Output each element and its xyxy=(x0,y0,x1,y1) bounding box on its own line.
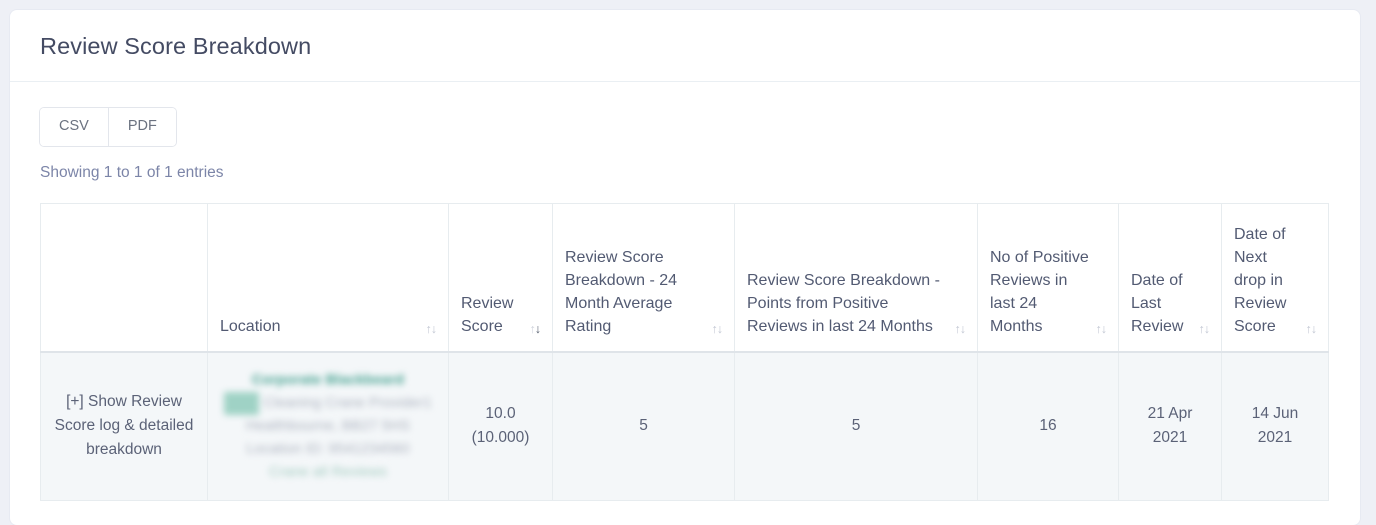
column-header-review-score[interactable]: Review Score ↑↓ xyxy=(448,203,553,353)
csv-export-button[interactable]: CSV xyxy=(40,108,109,147)
table-row: [+] Show Review Score log & detailed bre… xyxy=(40,351,1329,501)
sort-icon[interactable]: ↑↓ xyxy=(426,323,438,339)
sort-icon[interactable]: ↑↓ xyxy=(1096,323,1108,339)
pdf-export-button[interactable]: PDF xyxy=(108,108,176,147)
location-line-3: Healthbourne, BB27 5HS xyxy=(246,417,410,434)
column-header-avg-rating-24m-label: Review Score Breakdown - 24 Month Averag… xyxy=(565,248,678,335)
cell-expand-toggle[interactable]: [+] Show Review Score log & detailed bre… xyxy=(40,351,208,501)
column-header-date-last-review[interactable]: Date of Last Review ↑↓ xyxy=(1118,203,1222,353)
cell-date-last-review: 21 Apr 2021 xyxy=(1118,351,1222,501)
location-line-4: Location ID: 9541234560 xyxy=(246,440,410,457)
cell-avg-rating-24m: 5 xyxy=(552,351,735,501)
review-score-breakdown-card: Review Score Breakdown CSV PDF Showing 1… xyxy=(10,10,1360,525)
redacted-location-block: Corporate Blackbeard Ltd Cleaning Crane P… xyxy=(220,367,436,486)
column-header-points-positive-24m[interactable]: Review Score Breakdown - Points from Pos… xyxy=(734,203,978,353)
sort-icon[interactable]: ↑↓ xyxy=(955,323,967,339)
column-header-positive-reviews-24m[interactable]: No of Positive Reviews in last 24 Months… xyxy=(977,203,1119,353)
table-header-row: Location ↑↓ Review Score ↑↓ Review Score… xyxy=(40,203,1329,353)
column-header-avg-rating-24m[interactable]: Review Score Breakdown - 24 Month Averag… xyxy=(552,203,735,353)
card-header: Review Score Breakdown xyxy=(10,10,1360,83)
sort-icon[interactable]: ↑↓ xyxy=(530,323,542,339)
column-header-location[interactable]: Location ↑↓ xyxy=(207,203,449,353)
column-header-points-positive-24m-label: Review Score Breakdown - Points from Pos… xyxy=(747,271,940,335)
sort-icon[interactable]: ↑↓ xyxy=(1306,323,1318,339)
table-body: [+] Show Review Score log & detailed bre… xyxy=(40,351,1329,501)
export-button-group: CSV PDF xyxy=(40,108,176,147)
cell-date-next-drop: 14 Jun 2021 xyxy=(1221,351,1329,501)
location-line-2-text: Cleaning Crane Provider1 xyxy=(263,394,432,411)
location-reviews-link[interactable]: Crane all Reviews xyxy=(220,461,436,484)
column-header-location-label: Location xyxy=(220,317,281,335)
sort-icon[interactable]: ↑↓ xyxy=(1199,323,1211,339)
table-entries-info: Showing 1 to 1 of 1 entries xyxy=(40,164,224,182)
sort-icon[interactable]: ↑↓ xyxy=(712,323,724,339)
review-score-breakdown-table: Location ↑↓ Review Score ↑↓ Review Score… xyxy=(40,203,1329,501)
cell-positive-reviews-24m: 16 xyxy=(977,351,1119,501)
table-container: Location ↑↓ Review Score ↑↓ Review Score… xyxy=(40,203,1329,501)
column-header-date-next-drop-label: Date of Next drop in Review Score xyxy=(1234,225,1287,335)
location-badge: Ltd xyxy=(224,391,259,415)
location-name-link[interactable]: Corporate Blackbeard xyxy=(220,369,436,392)
page-background: Review Score Breakdown CSV PDF Showing 1… xyxy=(0,0,1376,525)
location-line-2: Ltd Cleaning Crane Provider1 xyxy=(220,391,436,415)
column-header-expand xyxy=(40,203,208,353)
cell-review-score: 10.0 (10.000) xyxy=(448,351,553,501)
column-header-review-score-label: Review Score xyxy=(461,294,514,335)
page-title: Review Score Breakdown xyxy=(40,33,312,59)
column-header-positive-reviews-24m-label: No of Positive Reviews in last 24 Months xyxy=(990,248,1089,335)
cell-location: Corporate Blackbeard Ltd Cleaning Crane P… xyxy=(207,351,449,501)
table-header: Location ↑↓ Review Score ↑↓ Review Score… xyxy=(40,203,1329,353)
column-header-date-next-drop[interactable]: Date of Next drop in Review Score ↑↓ xyxy=(1221,203,1329,353)
column-header-date-last-review-label: Date of Last Review xyxy=(1131,271,1184,335)
cell-points-positive-24m: 5 xyxy=(734,351,978,501)
card-body: CSV PDF Showing 1 to 1 of 1 entries Loca… xyxy=(10,82,1360,520)
